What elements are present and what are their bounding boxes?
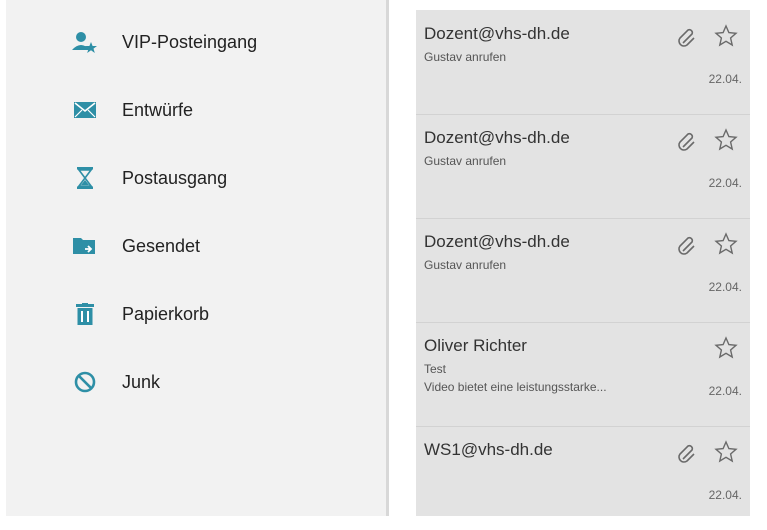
mail-list: Dozent@vhs-dh.de Gustav anrufen 22.04. D…	[416, 10, 750, 516]
trash-icon	[72, 301, 98, 327]
mail-sender: WS1@vhs-dh.de	[424, 440, 553, 459]
star-icon[interactable]	[714, 336, 738, 360]
star-icon[interactable]	[714, 232, 738, 256]
sidebar-item-label: Junk	[122, 371, 161, 392]
sent-folder-icon	[72, 233, 98, 259]
mail-sender: Dozent@vhs-dh.de	[424, 232, 570, 251]
vip-user-icon	[72, 29, 98, 55]
mail-list-item[interactable]: Dozent@vhs-dh.de Gustav anrufen 22.04.	[416, 114, 750, 219]
block-icon	[72, 369, 98, 395]
sidebar-item-label: VIP-Posteingang	[122, 31, 258, 52]
mail-date: 22.04.	[708, 72, 742, 86]
attachment-icon	[676, 234, 698, 256]
sidebar-item-label: Entwürfe	[122, 99, 194, 120]
envelope-icon	[72, 97, 98, 123]
sidebar-item-junk[interactable]: Junk	[72, 364, 372, 400]
sidebar-item-label: Postausgang	[122, 167, 228, 188]
star-icon[interactable]	[714, 128, 738, 152]
sidebar-item-papierkorb[interactable]: Papierkorb	[72, 296, 372, 332]
star-icon[interactable]	[714, 440, 738, 464]
mail-list-item[interactable]: Dozent@vhs-dh.de Gustav anrufen 22.04.	[416, 218, 750, 323]
mail-sender: Dozent@vhs-dh.de	[424, 24, 570, 43]
pane-divider	[386, 0, 389, 516]
mail-sender: Oliver Richter	[424, 336, 527, 355]
mail-list-item[interactable]: Oliver Richter Test Video bietet eine le…	[416, 322, 750, 427]
sidebar-item-label: Gesendet	[122, 235, 201, 256]
mail-date: 22.04.	[708, 384, 742, 398]
sidebar-item-vip-posteingang[interactable]: VIP-Posteingang	[72, 24, 372, 60]
mail-date: 22.04.	[708, 280, 742, 294]
hourglass-icon	[72, 165, 98, 191]
mail-subject: Gustav anrufen	[424, 258, 507, 272]
mail-subject: Gustav anrufen	[424, 50, 507, 64]
sidebar-item-label: Papierkorb	[122, 303, 210, 324]
attachment-icon	[676, 442, 698, 464]
folder-sidebar: VIP-Posteingang Entwürfe Postausgang Ges…	[6, 0, 386, 516]
attachment-icon	[676, 26, 698, 48]
sidebar-item-gesendet[interactable]: Gesendet	[72, 228, 372, 264]
mail-list-item[interactable]: Dozent@vhs-dh.de Gustav anrufen 22.04.	[416, 10, 750, 115]
mail-date: 22.04.	[708, 488, 742, 502]
sidebar-item-entwuerfe[interactable]: Entwürfe	[72, 92, 372, 128]
mail-preview: Video bietet eine leistungsstarke...	[424, 380, 607, 394]
star-icon[interactable]	[714, 24, 738, 48]
mail-subject: Gustav anrufen	[424, 154, 507, 168]
mail-subject: Test	[424, 362, 447, 376]
attachment-icon	[676, 130, 698, 152]
mail-date: 22.04.	[708, 176, 742, 190]
mail-sender: Dozent@vhs-dh.de	[424, 128, 570, 147]
sidebar-item-postausgang[interactable]: Postausgang	[72, 160, 372, 196]
mail-list-item[interactable]: WS1@vhs-dh.de 22.04.	[416, 426, 750, 530]
